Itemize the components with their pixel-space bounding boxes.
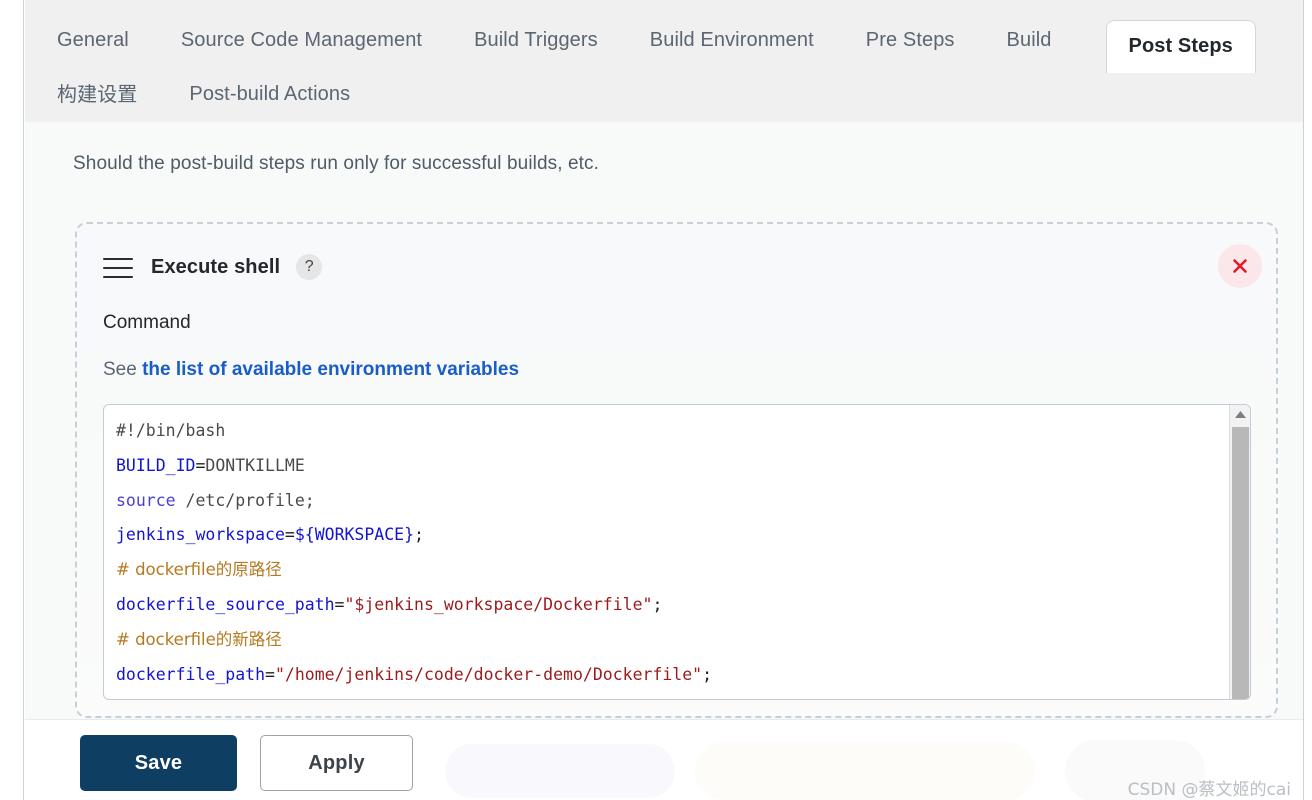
code-token: "$jenkins_workspace/Dockerfile" — [344, 594, 653, 614]
tab-pre-steps[interactable]: Pre Steps — [866, 30, 955, 50]
code-token: = — [265, 664, 275, 684]
section-description: Should the post-build steps run only for… — [73, 153, 600, 174]
code-token: BUILD_ID — [116, 455, 196, 475]
code-token: dockerfile_source_path — [116, 594, 335, 614]
env-variables-help-line: See the list of available environment va… — [103, 359, 519, 381]
code-line: # jar的原路径 — [116, 692, 1224, 700]
code-token: source — [116, 490, 176, 510]
footer-ghost-shape — [1065, 740, 1205, 800]
tab-source-code-management[interactable]: Source Code Management — [181, 30, 422, 50]
help-icon[interactable]: ? — [296, 254, 323, 280]
tab-post-steps[interactable]: Post Steps — [1105, 19, 1256, 73]
tab-general[interactable]: General — [57, 30, 129, 50]
left-gutter — [0, 0, 24, 800]
hamburger-drag-icon[interactable] — [103, 257, 133, 278]
scroll-up-button[interactable] — [1230, 405, 1250, 424]
code-token: #!/bin/bash — [116, 421, 226, 440]
remove-build-step-button[interactable] — [1218, 244, 1262, 288]
code-line: BUILD_ID=DONTKILLME — [116, 449, 1224, 484]
code-token: = — [334, 594, 345, 614]
code-token: "/home/jenkins/code/docker-demo/Dockerfi… — [274, 664, 703, 684]
code-token: jenkins_workspace — [116, 525, 285, 545]
code-line: source /etc/profile; — [116, 484, 1224, 519]
tab-build[interactable]: Build — [1007, 30, 1052, 50]
code-line: # dockerfile的新路径 — [116, 623, 1224, 658]
build-step-title: Execute shell — [151, 255, 281, 278]
build-step-panel: Execute shell ? Command See the list of … — [75, 222, 1278, 718]
tab-post-build-actions[interactable]: Post-build Actions — [189, 84, 350, 104]
csdn-watermark: CSDN @蔡文姬的cai — [1127, 780, 1291, 800]
code-token: # jar的原路径 — [116, 699, 223, 700]
save-button[interactable]: Save — [80, 735, 237, 791]
chevron-up-icon — [1234, 411, 1246, 418]
editor-scrollbar-thumb[interactable] — [1232, 427, 1249, 699]
jenkins-job-config-page: General Source Code Management Build Trigg… — [0, 0, 1312, 800]
tab-build-triggers[interactable]: Build Triggers — [474, 30, 598, 50]
command-field-label: Command — [103, 312, 191, 333]
code-token: ; — [702, 664, 713, 684]
editor-scrollbar-track[interactable] — [1229, 405, 1250, 699]
env-variables-link[interactable]: the list of available environment variab… — [142, 359, 519, 380]
code-token: # dockerfile的新路径 — [116, 629, 282, 649]
form-footer-bar: Save Apply CSDN @蔡文姬的cai — [25, 719, 1303, 800]
code-token: dockerfile_path — [116, 664, 266, 684]
footer-ghost-shape — [445, 744, 675, 798]
code-token: # dockerfile的原路径 — [116, 560, 282, 580]
page-surface: General Source Code Management Build Trigg… — [25, 0, 1303, 800]
code-line: dockerfile_source_path="$jenkins_workspa… — [116, 588, 1224, 623]
code-token: ${WORKSPACE} — [294, 525, 415, 545]
command-code-content[interactable]: #!/bin/bash BUILD_ID=DONTKILLME source /et… — [104, 405, 1224, 700]
code-token: = — [195, 455, 206, 475]
tab-row-secondary: 构建设置 Post-build Actions — [25, 72, 1312, 116]
tab-build-environment[interactable]: Build Environment — [650, 30, 814, 50]
footer-ghost-shape — [695, 742, 1035, 800]
code-token: = — [284, 525, 295, 545]
code-line: dockerfile_path="/home/jenkins/code/dock… — [116, 658, 1224, 693]
code-token: DONTKILLME — [205, 455, 305, 475]
code-line: jenkins_workspace=${WORKSPACE}; — [116, 518, 1224, 553]
code-line: # dockerfile的原路径 — [116, 553, 1224, 588]
close-x-icon — [1233, 259, 1247, 273]
code-token: /etc/profile; — [175, 490, 315, 510]
build-step-header: Execute shell ? — [103, 254, 323, 280]
code-token: ; — [414, 525, 424, 545]
code-token: ; — [652, 594, 663, 614]
tab-[interactable]: 构建设置 — [57, 84, 137, 104]
config-tab-bar: General Source Code Management Build Trigg… — [25, 0, 1303, 122]
command-editor[interactable]: #!/bin/bash BUILD_ID=DONTKILLME source /et… — [103, 404, 1251, 700]
code-line: #!/bin/bash — [116, 414, 1224, 449]
tab-row-primary: General Source Code Management Build Trigg… — [25, 14, 1312, 73]
apply-button[interactable]: Apply — [260, 735, 413, 791]
help-prefix-text: See — [103, 359, 143, 380]
right-page-edge — [1303, 0, 1304, 800]
